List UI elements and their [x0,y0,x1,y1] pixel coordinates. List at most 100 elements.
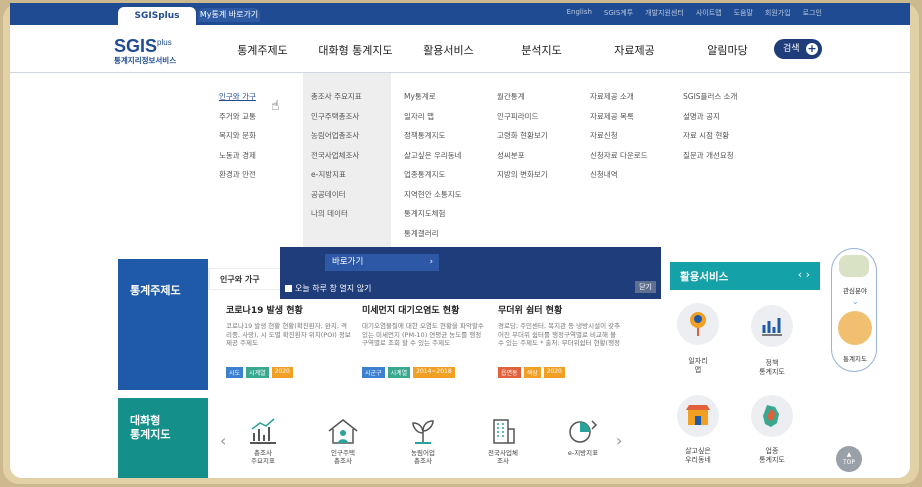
menu-item[interactable]: 통계지도체험 [404,208,462,228]
tab-sgisplus[interactable]: SGISplus [118,7,196,25]
chevron-right-icon[interactable]: › [616,431,622,450]
menu-item[interactable]: 업종통계지도 [404,169,462,189]
menu-item[interactable]: 신청내역 [590,169,648,189]
menu-item[interactable]: My통계로 [404,91,462,111]
main-nav: 통계주제도 대화형 통계지도 활용서비스 분석지도 자료제공 알림마당 [216,42,774,58]
menu-item[interactable]: 월간통계 [497,91,548,111]
nav-analysis-map[interactable]: 분석지도 [495,42,588,58]
logo-subtitle: 통계지리정보서비스 [114,56,177,65]
menu-item[interactable]: 인구주택총조사 [311,111,362,131]
popup-close-button[interactable]: 닫기 [635,281,656,293]
neighborhood-icon[interactable] [677,395,719,437]
tag: 2020 [543,367,565,378]
service-e-local-index[interactable]: e-지방지표 [552,417,614,457]
link-english[interactable]: English [567,8,592,18]
services-header: 활용서비스 ‹ › [670,262,820,290]
theme-map-box[interactable]: 통계주제도 [118,259,208,390]
popup-go-button[interactable]: 바로가기 › [325,254,439,271]
nav-theme-map[interactable]: 통계주제도 [216,42,309,58]
menu-item[interactable]: 성씨분포 [497,150,548,170]
link-help[interactable]: 도움말 [734,8,753,18]
tab-my-statistics[interactable]: My통계 바로가기 [198,8,260,22]
mega-col-services: My통계로 일자리 맵 정책통계지도 살고싶은 우리동네 업종통계지도 지역현안… [404,91,462,247]
logo-main: SGIS [114,36,158,56]
menu-item[interactable]: 나의 데이터 [311,208,362,228]
menu-item[interactable]: SGIS플러스 소개 [683,91,737,111]
business-map-icon[interactable] [751,395,793,437]
site-logo[interactable]: SGISplus 통계지리정보서비스 [114,36,176,66]
quick-stats-map[interactable]: 통계지도 [832,353,878,363]
tag: 시계열 [387,367,411,378]
scroll-top-button[interactable]: ▲ TOP [836,446,862,472]
link-login[interactable]: 로그인 [803,8,822,18]
menu-item[interactable]: 인구피라미드 [497,111,548,131]
menu-item[interactable]: 설명과 공지 [683,111,737,131]
checkbox-icon[interactable] [285,285,292,292]
policy-map-icon[interactable] [751,305,793,347]
menu-item[interactable]: 자료신청 [590,130,648,150]
menu-item[interactable]: 질문과 개선요청 [683,150,737,170]
tag: 시군구 [362,367,385,378]
theme-card[interactable]: 코로나19 발생 현황 코로나19 발생 현황 현황(확진환자, 완치, 격리중… [226,303,351,378]
hand-cursor-icon: ☝ [271,98,280,114]
link-sgis-plan[interactable]: SGIS계투 [604,8,633,18]
interest-icon[interactable] [839,255,869,277]
tag: 읍면동 [498,367,521,378]
nav-services[interactable]: 활용서비스 [402,42,495,58]
tag: 시계열 [246,367,269,378]
stats-map-icon[interactable] [838,311,872,345]
menu-item[interactable]: 복지와 문화 [219,130,256,150]
service-housing-census[interactable]: 인구주택 총조사 [312,417,374,465]
service-business-survey[interactable]: 전국사업체 조사 [472,417,534,465]
nav-interactive-map[interactable]: 대화형 통계지도 [309,42,402,58]
notice-popup: 바로가기 › 오늘 하루 창 열지 않기 닫기 [280,247,661,299]
menu-item[interactable]: 농림어업총조사 [311,130,362,150]
menu-item[interactable]: 자료제공 목록 [590,111,648,131]
search-button[interactable]: 검색 + [774,39,822,59]
menu-item[interactable]: 고령화 현황보기 [497,130,548,150]
menu-item[interactable]: 주거와 교통 [219,111,256,131]
menu-item[interactable]: 총조사 주요지표 [311,91,362,111]
theme-card[interactable]: 미세먼지 대기오염도 현황 대기오염물질에 대한 오염도 현황을 파악할수 있는… [362,303,487,378]
menu-item[interactable]: 환경과 안전 [219,169,256,189]
menu-item[interactable]: 정책통계지도 [404,130,462,150]
dont-show-today[interactable]: 오늘 하루 창 열지 않기 [285,283,371,294]
menu-item[interactable]: 지방의 변화보기 [497,169,548,189]
menu-item[interactable]: 자료 시점 현황 [683,130,737,150]
tab-population[interactable]: 인구와 가구 [210,269,282,289]
chevron-left-icon[interactable]: ‹ [220,431,226,450]
card-title: 코로나19 발생 현황 [226,306,303,316]
interactive-map-box[interactable]: 대화형 통계지도 [118,398,208,478]
nav-notice[interactable]: 알림마당 [681,42,774,58]
pie-chart-icon [569,420,598,443]
menu-item[interactable]: 통계갤러리 [404,228,462,248]
theme-map-title: 통계주제도 [130,284,181,297]
bar-chart-icon [250,418,276,444]
tag: 시도 [226,367,244,378]
link-dev-center[interactable]: 개발지원센터 [645,8,684,18]
theme-card[interactable]: 무더위 쉼터 현황 경로당, 주민센터, 복지관 등 냉방시설이 갖추어진 무더… [498,303,623,378]
menu-item[interactable]: 인구와 가구 [219,91,256,111]
menu-item[interactable]: 지역현안 소통지도 [404,189,462,209]
nav-data-provision[interactable]: 자료제공 [588,42,681,58]
job-map-icon[interactable] [677,303,719,345]
menu-item[interactable]: 신청자료 다운로드 [590,150,648,170]
interactive-map-title: 대화형 통계지도 [130,414,171,441]
menu-item[interactable]: 일자리 맵 [404,111,462,131]
carousel-arrows-icon[interactable]: ‹ › [798,268,810,281]
menu-item[interactable]: 자료제공 소개 [590,91,648,111]
menu-item[interactable]: 살고싶은 우리동네 [404,150,462,170]
card-title: 무더위 쉼터 현황 [498,306,563,316]
link-sitemap[interactable]: 사이트맵 [696,8,722,18]
menu-item[interactable]: 공공데이터 [311,189,362,209]
menu-item[interactable]: e-지방지표 [311,169,362,189]
mega-col-data: 자료제공 소개 자료제공 목록 자료신청 신청자료 다운로드 신청내역 [590,91,648,189]
service-census-indicators[interactable]: 총조사 주요지표 [232,417,294,465]
quick-interest[interactable]: 관심분야 [832,285,878,295]
link-signup[interactable]: 회원가입 [765,8,791,18]
menu-item[interactable]: 노동과 경제 [219,150,256,170]
service-agriculture-census[interactable]: 농림어업 총조사 [392,417,454,465]
menu-item[interactable]: 전국사업체조사 [311,150,362,170]
card-desc: 대기오염물질에 대한 오염도 현황을 파악할수 있는 미세먼지 (PM-10) … [362,322,484,347]
card-title: 미세먼지 대기오염도 현황 [362,306,460,316]
